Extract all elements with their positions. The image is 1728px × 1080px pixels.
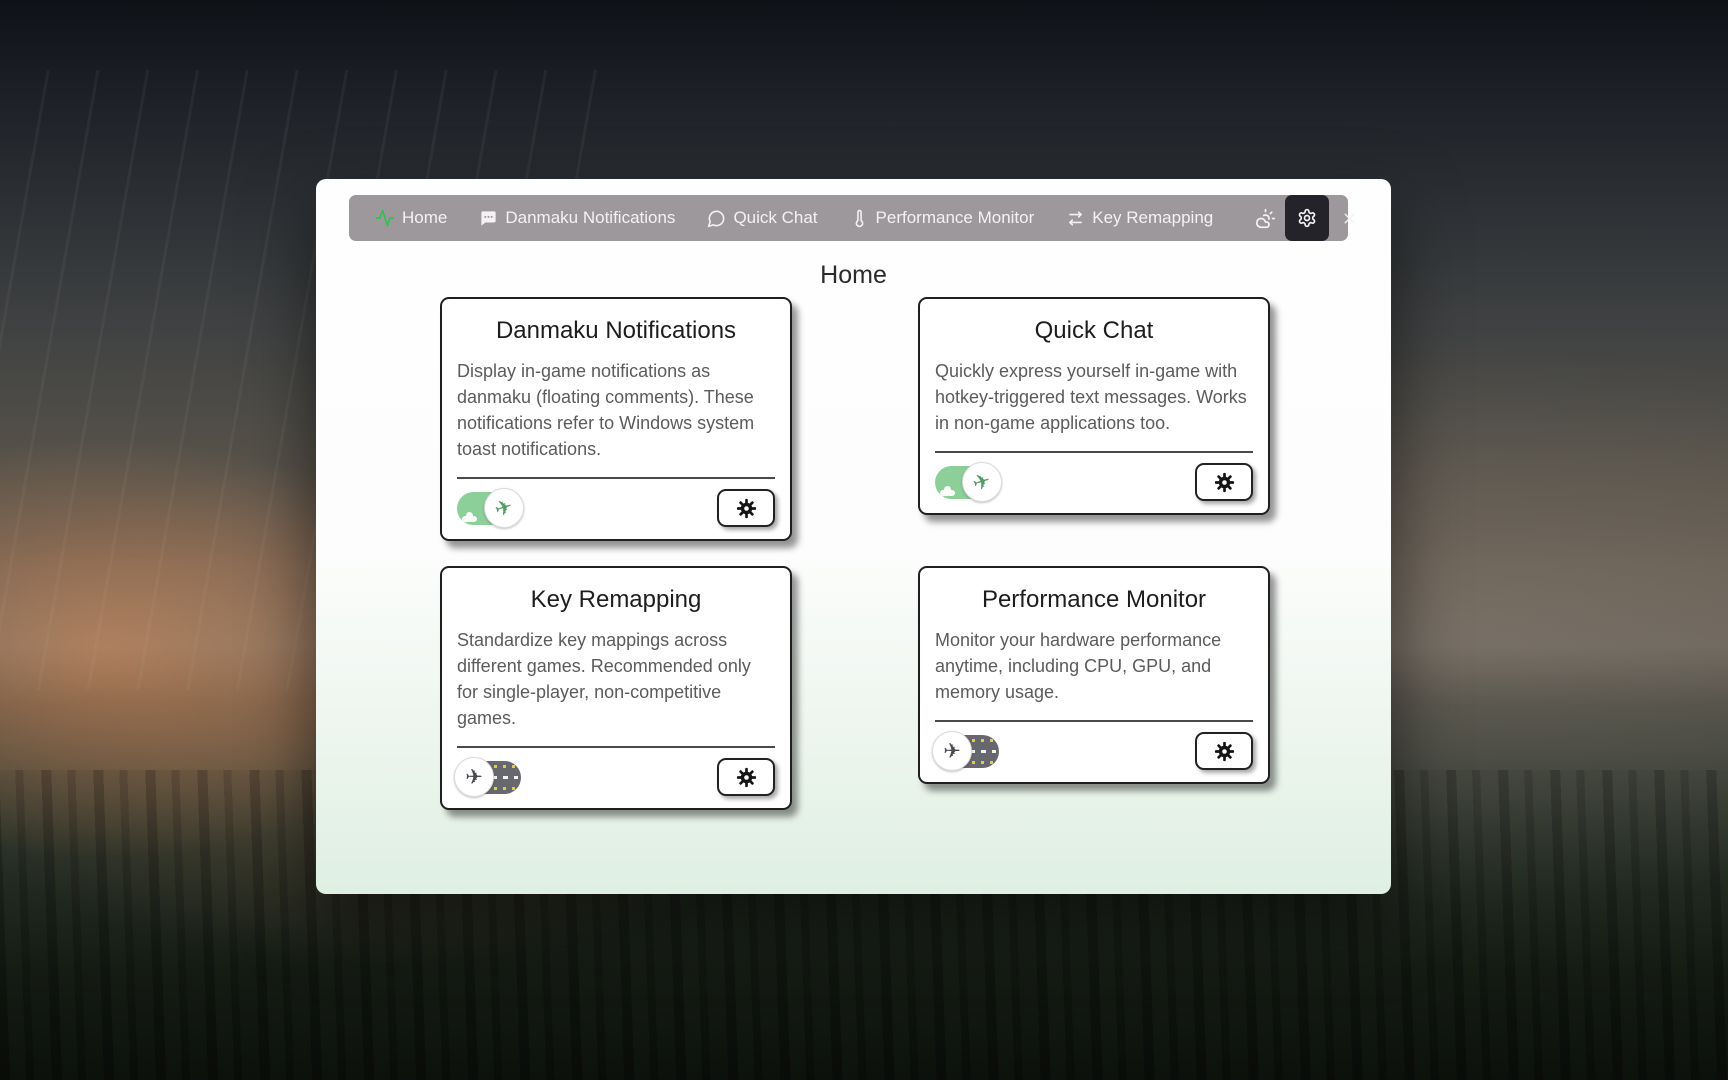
activity-icon bbox=[375, 208, 395, 228]
gear-icon bbox=[1213, 471, 1236, 494]
card-key-remapping: Key Remapping Standardize key mappings a… bbox=[440, 566, 792, 810]
card-title: Danmaku Notifications bbox=[457, 317, 775, 345]
card-footer bbox=[457, 479, 775, 527]
tab-label: Quick Chat bbox=[733, 208, 817, 228]
tab-label: Home bbox=[402, 208, 447, 228]
desktop-wallpaper: Home Danmaku Notifications Quick Chat Pe… bbox=[0, 0, 1728, 1080]
card-footer bbox=[457, 748, 775, 796]
feature-toggle[interactable] bbox=[935, 466, 999, 499]
message-circle-icon bbox=[707, 209, 726, 228]
card-description: Standardize key mappings across differen… bbox=[457, 627, 775, 731]
cloud-decoration-icon bbox=[940, 490, 955, 496]
close-button[interactable] bbox=[1329, 195, 1369, 241]
airplane-icon bbox=[454, 757, 494, 797]
card-settings-button[interactable] bbox=[1195, 463, 1253, 501]
airplane-icon bbox=[484, 488, 524, 528]
close-icon bbox=[1341, 210, 1358, 227]
card-title: Performance Monitor bbox=[935, 586, 1253, 614]
card-footer bbox=[935, 453, 1253, 501]
tab-danmaku-notifications[interactable]: Danmaku Notifications bbox=[479, 208, 675, 228]
tab-performance-monitor[interactable]: Performance Monitor bbox=[850, 208, 1035, 228]
message-square-dots-icon bbox=[479, 209, 498, 228]
card-footer bbox=[935, 722, 1253, 770]
cloud-decoration-icon bbox=[462, 516, 477, 522]
gear-icon bbox=[735, 766, 758, 789]
card-description: Monitor your hardware performance anytim… bbox=[935, 627, 1253, 705]
tab-label: Key Remapping bbox=[1092, 208, 1213, 228]
feature-toggle[interactable] bbox=[457, 492, 521, 525]
card-title: Quick Chat bbox=[935, 317, 1253, 345]
tab-key-remapping[interactable]: Key Remapping bbox=[1066, 208, 1213, 228]
settings-button[interactable] bbox=[1285, 195, 1329, 241]
tab-quick-chat[interactable]: Quick Chat bbox=[707, 208, 817, 228]
airplane-icon bbox=[932, 731, 972, 771]
card-quick-chat: Quick Chat Quickly express yourself in-g… bbox=[918, 297, 1270, 515]
gear-icon bbox=[1297, 208, 1317, 228]
thermometer-icon bbox=[850, 209, 869, 228]
card-settings-button[interactable] bbox=[717, 758, 775, 796]
card-danmaku-notifications: Danmaku Notifications Display in-game no… bbox=[440, 297, 792, 541]
gear-icon bbox=[735, 497, 758, 520]
card-title: Key Remapping bbox=[457, 586, 775, 614]
card-performance-monitor: Performance Monitor Monitor your hardwar… bbox=[918, 566, 1270, 784]
page-title: Home bbox=[316, 261, 1391, 290]
arrow-left-right-icon bbox=[1066, 209, 1085, 228]
card-settings-button[interactable] bbox=[1195, 732, 1253, 770]
gear-icon bbox=[1213, 740, 1236, 763]
tab-home[interactable]: Home bbox=[375, 208, 447, 228]
feature-toggle[interactable] bbox=[935, 735, 999, 768]
cloud-sun-icon bbox=[1255, 208, 1276, 229]
feature-toggle[interactable] bbox=[457, 761, 521, 794]
weather-button[interactable] bbox=[1245, 195, 1285, 241]
card-settings-button[interactable] bbox=[717, 489, 775, 527]
navbar: Home Danmaku Notifications Quick Chat Pe… bbox=[349, 195, 1348, 241]
navbar-actions bbox=[1245, 195, 1369, 241]
card-description: Quickly express yourself in-game with ho… bbox=[935, 358, 1253, 436]
feature-cards-grid: Danmaku Notifications Display in-game no… bbox=[440, 297, 1270, 810]
tab-label: Performance Monitor bbox=[876, 208, 1035, 228]
card-description: Display in-game notifications as danmaku… bbox=[457, 358, 775, 462]
airplane-icon bbox=[962, 462, 1002, 502]
app-window: Home Danmaku Notifications Quick Chat Pe… bbox=[316, 179, 1391, 894]
tab-label: Danmaku Notifications bbox=[505, 208, 675, 228]
